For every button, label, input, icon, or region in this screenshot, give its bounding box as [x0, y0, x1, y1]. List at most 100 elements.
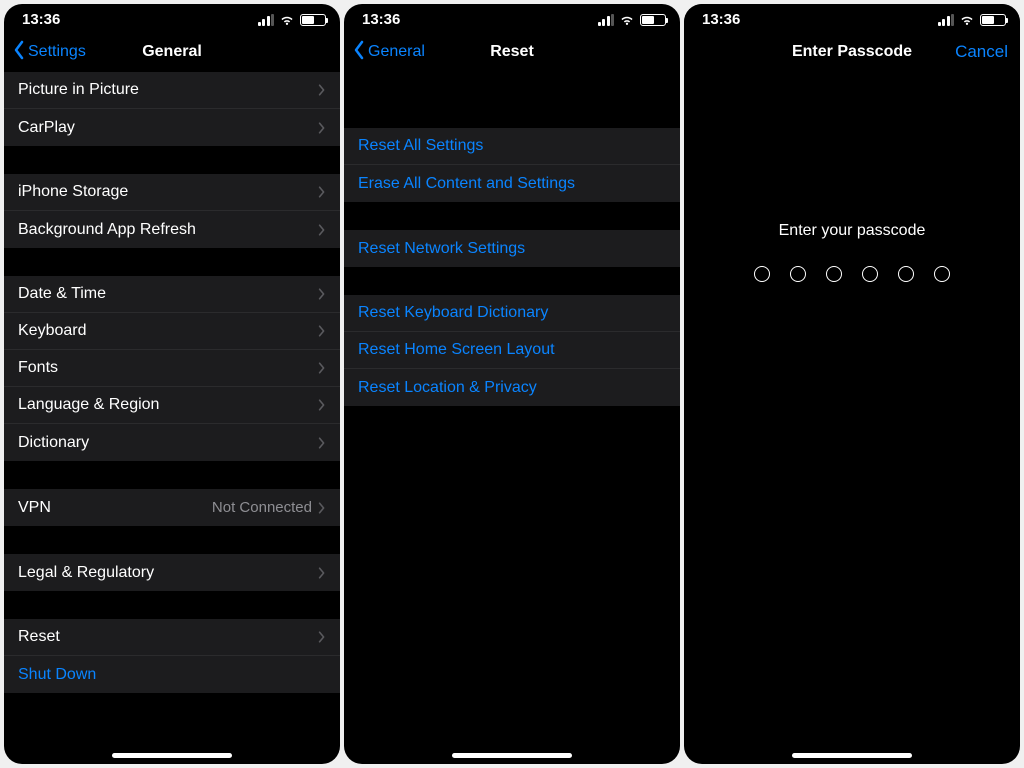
group-separator: [344, 267, 680, 295]
home-indicator[interactable]: [112, 753, 232, 758]
chevron-right-icon: [318, 630, 326, 644]
chevron-right-icon: [318, 287, 326, 301]
row-label: Keyboard: [18, 322, 318, 340]
status-time: 13:36: [702, 11, 740, 28]
row-dictionary[interactable]: Dictionary: [4, 424, 340, 461]
chevron-right-icon: [318, 436, 326, 450]
phone-panel-general: 13:36 Settings General Picture in Pictur…: [4, 4, 340, 764]
row-label: Reset Network Settings: [358, 240, 666, 258]
row-legal-regulatory[interactable]: Legal & Regulatory: [4, 554, 340, 591]
status-bar: 13:36: [4, 4, 340, 32]
chevron-right-icon: [318, 223, 326, 237]
row-reset-location-privacy[interactable]: Reset Location & Privacy: [344, 369, 680, 406]
passcode-dot: [790, 266, 806, 282]
row-label: VPN: [18, 499, 212, 517]
group-separator: [344, 202, 680, 230]
nav-bar: Settings General: [4, 32, 340, 72]
row-reset-network-settings[interactable]: Reset Network Settings: [344, 230, 680, 267]
row-label: CarPlay: [18, 119, 318, 137]
chevron-right-icon: [318, 185, 326, 199]
row-label: Legal & Regulatory: [18, 564, 318, 582]
passcode-dot: [862, 266, 878, 282]
row-reset-home-screen-layout[interactable]: Reset Home Screen Layout: [344, 332, 680, 369]
group-separator: [344, 100, 680, 128]
status-indicators: [258, 14, 327, 26]
cancel-button[interactable]: Cancel: [955, 42, 1008, 62]
row-erase-all-content-and-settings[interactable]: Erase All Content and Settings: [344, 165, 680, 202]
cellular-signal-icon: [598, 14, 615, 26]
battery-icon: [300, 14, 326, 26]
chevron-left-icon: [352, 40, 366, 65]
row-label: Fonts: [18, 359, 318, 377]
row-label: Language & Region: [18, 396, 318, 414]
group-separator: [4, 461, 340, 489]
passcode-dot: [754, 266, 770, 282]
cellular-signal-icon: [258, 14, 275, 26]
row-reset-all-settings[interactable]: Reset All Settings: [344, 128, 680, 165]
row-picture-in-picture[interactable]: Picture in Picture: [4, 72, 340, 109]
row-keyboard[interactable]: Keyboard: [4, 313, 340, 350]
status-indicators: [598, 14, 667, 26]
reset-options-list[interactable]: Reset All Settings Erase All Content and …: [344, 72, 680, 764]
nav-bar: Enter Passcode Cancel: [684, 32, 1020, 72]
chevron-right-icon: [318, 83, 326, 97]
status-time: 13:36: [22, 11, 60, 28]
cellular-signal-icon: [938, 14, 955, 26]
wifi-icon: [279, 14, 295, 26]
row-shut-down[interactable]: Shut Down: [4, 656, 340, 693]
group-separator: [4, 526, 340, 554]
chevron-right-icon: [318, 398, 326, 412]
passcode-entry-area: Enter your passcode: [684, 72, 1020, 764]
passcode-dot: [898, 266, 914, 282]
row-label: iPhone Storage: [18, 183, 318, 201]
home-indicator[interactable]: [792, 753, 912, 758]
battery-icon: [640, 14, 666, 26]
row-fonts[interactable]: Fonts: [4, 350, 340, 387]
wifi-icon: [619, 14, 635, 26]
row-iphone-storage[interactable]: iPhone Storage: [4, 174, 340, 211]
battery-icon: [980, 14, 1006, 26]
back-button-settings[interactable]: Settings: [12, 40, 86, 65]
row-label: Shut Down: [18, 666, 326, 684]
row-label: Dictionary: [18, 434, 318, 452]
row-label: Erase All Content and Settings: [358, 175, 666, 193]
row-date-time[interactable]: Date & Time: [4, 276, 340, 313]
back-button-general[interactable]: General: [352, 40, 425, 65]
group-separator: [4, 591, 340, 619]
settings-group: iPhone Storage Background App Refresh: [4, 174, 340, 248]
status-bar: 13:36: [344, 4, 680, 32]
row-label: Reset Home Screen Layout: [358, 341, 666, 359]
home-indicator[interactable]: [452, 753, 572, 758]
row-detail: Not Connected: [212, 499, 312, 516]
general-settings-list[interactable]: Picture in Picture CarPlay iPhone Storage B…: [4, 72, 340, 764]
passcode-dot: [934, 266, 950, 282]
settings-group: Reset Keyboard Dictionary Reset Home Scre…: [344, 295, 680, 406]
row-reset[interactable]: Reset: [4, 619, 340, 656]
passcode-prompt: Enter your passcode: [779, 222, 926, 240]
chevron-right-icon: [318, 501, 326, 515]
group-separator: [4, 248, 340, 276]
chevron-right-icon: [318, 121, 326, 135]
row-background-app-refresh[interactable]: Background App Refresh: [4, 211, 340, 248]
row-label: Reset Keyboard Dictionary: [358, 304, 666, 322]
row-vpn[interactable]: VPNNot Connected: [4, 489, 340, 526]
nav-bar: General Reset: [344, 32, 680, 72]
row-label: Picture in Picture: [18, 81, 318, 99]
passcode-dot: [826, 266, 842, 282]
row-carplay[interactable]: CarPlay: [4, 109, 340, 146]
phone-panel-passcode: 13:36 Enter Passcode Cancel Enter your p…: [684, 4, 1020, 764]
status-bar: 13:36: [684, 4, 1020, 32]
chevron-right-icon: [318, 361, 326, 375]
settings-group: Reset All Settings Erase All Content and …: [344, 128, 680, 202]
row-language-region[interactable]: Language & Region: [4, 387, 340, 424]
row-reset-keyboard-dictionary[interactable]: Reset Keyboard Dictionary: [344, 295, 680, 332]
row-label: Background App Refresh: [18, 221, 318, 239]
row-label: Reset: [18, 628, 318, 646]
status-time: 13:36: [362, 11, 400, 28]
status-indicators: [938, 14, 1007, 26]
three-panel-layout: 13:36 Settings General Picture in Pictur…: [0, 0, 1024, 768]
group-separator: [4, 146, 340, 174]
settings-group: Reset Network Settings: [344, 230, 680, 267]
settings-group: Picture in Picture CarPlay: [4, 72, 340, 146]
passcode-dots[interactable]: [754, 266, 950, 282]
